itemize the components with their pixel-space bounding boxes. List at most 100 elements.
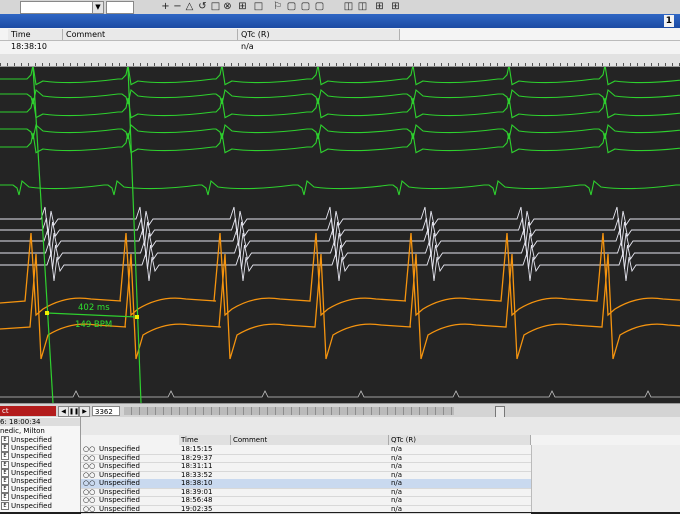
box2-icon[interactable]: ▢ — [300, 1, 311, 12]
surface-ecg-lead — [0, 67, 680, 85]
event-marker-icon: E — [1, 469, 9, 477]
ruler-ticks — [0, 63, 680, 66]
sweep-duration[interactable]: 3362 ms — [92, 406, 120, 416]
scroll-right-button[interactable]: ▶ — [79, 406, 90, 417]
intracardiac-signal — [0, 253, 680, 281]
minus-icon[interactable]: − — [172, 1, 183, 12]
selected-time[interactable]: 18:38:10 — [8, 41, 47, 52]
chevron-down-icon[interactable]: ▼ — [92, 2, 103, 13]
event-time: 18:15:15 — [181, 445, 212, 454]
undo-icon[interactable]: ↺ — [197, 1, 208, 12]
toolbar-dropdown[interactable]: ▼ — [20, 1, 104, 14]
split-h-icon[interactable]: ◫ — [343, 1, 354, 12]
events-header-qtc[interactable]: QTc (R) — [389, 435, 531, 445]
event-qtc: n/a — [391, 454, 402, 463]
events-header-time[interactable]: Time — [179, 435, 231, 445]
event-row-icon: ○○ — [83, 454, 95, 463]
event-time: 18:39:01 — [181, 488, 212, 497]
left-list-item[interactable]: EUnspecified — [0, 469, 80, 477]
ecg-trace-display[interactable]: 402 ms 149 BPM — [0, 67, 680, 403]
event-qtc: n/a — [391, 462, 402, 471]
events-table: Time Comment QTc (R) ○○ Unspecified 18:15:… — [81, 417, 680, 512]
bin-icon[interactable]: □ — [210, 1, 221, 12]
box3-icon[interactable]: ▢ — [314, 1, 325, 12]
selected-comment[interactable] — [63, 41, 66, 52]
events-empty-area — [531, 445, 680, 512]
surface-ecg-lead — [0, 98, 680, 118]
interval-label: 402 ms — [78, 303, 110, 313]
event-time: 18:38:10 — [181, 479, 212, 488]
events-panel: 6: 18:00:34 nedic, Milton EUnspecifiedEU… — [0, 417, 680, 512]
event-row-icon: ○○ — [83, 471, 95, 480]
left-list-item[interactable]: EUnspecified — [0, 436, 80, 444]
caliper-bar — [47, 313, 137, 317]
event-label: Unspecified — [99, 454, 140, 463]
tiles2-icon[interactable]: ⊞ — [390, 1, 401, 12]
caliper-right[interactable] — [128, 67, 141, 403]
cancel-icon[interactable]: ⊗ — [222, 1, 233, 12]
caliper-point-right[interactable] — [135, 315, 139, 319]
left-list-label: Unspecified — [11, 477, 52, 485]
left-list-label: Unspecified — [11, 485, 52, 493]
session-time: 6: 18:00:34 — [0, 418, 80, 426]
rate-label: 149 BPM — [75, 320, 112, 330]
intracardiac-signal — [0, 218, 680, 246]
event-row-icon: ○○ — [83, 496, 95, 505]
events-header-comment[interactable]: Comment — [231, 435, 389, 445]
event-label: Unspecified — [99, 496, 140, 505]
column-header-time[interactable]: Time — [8, 29, 63, 40]
plus-icon[interactable]: + — [160, 1, 171, 12]
column-header-comment[interactable]: Comment — [63, 29, 238, 40]
selected-qtc[interactable]: n/a — [238, 41, 254, 52]
left-list-label: Unspecified — [11, 452, 52, 460]
event-label: Unspecified — [99, 479, 140, 488]
event-row[interactable]: ○○Unspecified19:02:35n/a — [81, 505, 531, 514]
surface-ecg-lead — [0, 133, 680, 153]
event-marker-icon: E — [1, 444, 9, 452]
split-v-icon[interactable]: ◫ — [357, 1, 368, 12]
surface-ecg-lead — [0, 125, 680, 139]
window-index: 1 — [664, 15, 674, 27]
left-list-item[interactable]: EUnspecified — [0, 485, 80, 493]
left-list-label: Unspecified — [11, 493, 52, 501]
left-list-label: Unspecified — [11, 444, 52, 452]
surface-ecg-lead — [0, 90, 680, 104]
event-label: Unspecified — [99, 445, 140, 454]
event-marker-icon: E — [1, 436, 9, 444]
left-list-label: Unspecified — [11, 502, 52, 510]
grid-icon[interactable]: ⊞ — [237, 1, 248, 12]
event-time: 18:56:48 — [181, 496, 212, 505]
time-ruler — [0, 54, 680, 67]
left-list-item[interactable]: EUnspecified — [0, 444, 80, 452]
left-list-item[interactable]: EUnspecified — [0, 461, 80, 469]
left-list-item[interactable]: EUnspecified — [0, 493, 80, 501]
left-list-label: Unspecified — [11, 436, 52, 444]
caliper-point-left[interactable] — [45, 311, 49, 315]
event-row-icon: ○○ — [83, 462, 95, 471]
column-header-qtc[interactable]: QTc (R) — [238, 29, 400, 40]
rect-icon[interactable]: □ — [253, 1, 264, 12]
box-icon[interactable]: ▢ — [286, 1, 297, 12]
toolbar: ▼ +−△↺□⊗⊞□⚐▢▢▢◫◫⊞⊞ — [0, 0, 680, 15]
event-marker-icon: E — [1, 452, 9, 460]
pause-button[interactable]: ❚❚ — [68, 406, 79, 417]
event-time: 18:31:11 — [181, 462, 212, 471]
toolbar-field[interactable] — [106, 1, 134, 14]
triangle-icon[interactable]: △ — [184, 1, 195, 12]
tiles-icon[interactable]: ⊞ — [374, 1, 385, 12]
event-qtc: n/a — [391, 496, 402, 505]
event-time: 18:29:37 — [181, 454, 212, 463]
event-row-icon: ○○ — [83, 488, 95, 497]
channel-selector[interactable]: ct (MAP+SC+4P) — [0, 406, 56, 416]
event-label: Unspecified — [99, 462, 140, 471]
left-list-item[interactable]: EUnspecified — [0, 502, 80, 510]
mark-icon[interactable]: ⚐ — [272, 1, 283, 12]
left-list-item[interactable]: EUnspecified — [0, 452, 80, 460]
event-qtc: n/a — [391, 488, 402, 497]
reference-signal — [0, 391, 680, 397]
event-row-icon: ○○ — [83, 479, 95, 488]
timeline-pages[interactable] — [124, 407, 454, 415]
left-list-item[interactable]: EUnspecified — [0, 477, 80, 485]
event-marker-icon: E — [1, 485, 9, 493]
timeline-scrollbar[interactable]: ct (MAP+SC+4P) ◀ ❚❚ ▶ 3362 ms — [0, 403, 680, 418]
